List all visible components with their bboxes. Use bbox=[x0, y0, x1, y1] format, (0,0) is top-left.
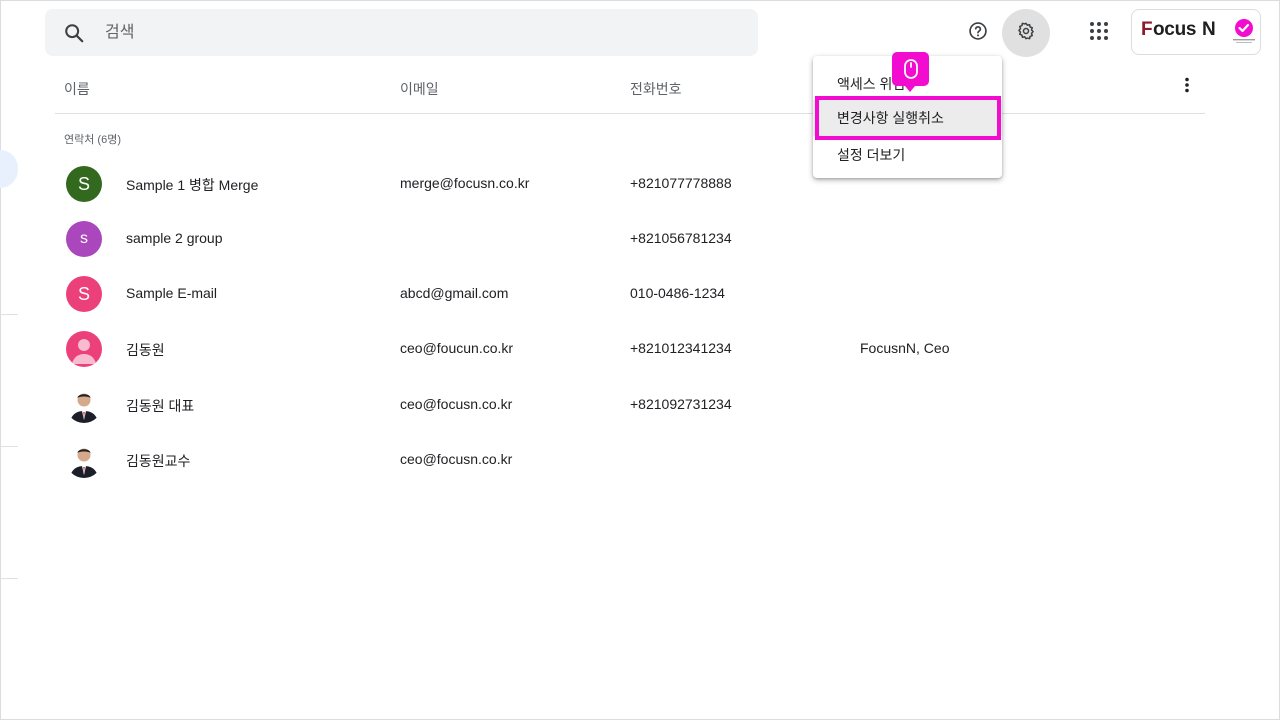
profile-photo-avatar bbox=[66, 442, 102, 478]
brand-logo: F ocus N bbox=[1141, 18, 1216, 46]
apps-button[interactable] bbox=[1075, 9, 1123, 57]
contact-email: merge@focusn.co.kr bbox=[400, 175, 530, 191]
more-options-button[interactable] bbox=[1172, 72, 1202, 102]
verified-badge-icon bbox=[1229, 17, 1259, 47]
contact-name: 김동원 bbox=[126, 342, 165, 358]
table-row[interactable]: 김동원 ceo@foucun.co.kr +821012341234 Focus… bbox=[55, 321, 1205, 376]
contact-name: sample 2 group bbox=[126, 230, 223, 246]
contact-name: Sample 1 병합 Merge bbox=[126, 177, 259, 193]
contact-name: Sample E-mail bbox=[126, 285, 218, 301]
avatar: s bbox=[66, 221, 102, 257]
profile-photo-avatar bbox=[66, 387, 102, 423]
table-row[interactable]: S Sample E-mail abcd@gmail.com 010-0486-… bbox=[55, 266, 1205, 321]
column-header-phone[interactable]: 전화번호 bbox=[630, 79, 682, 99]
contact-name: 김동원 대표 bbox=[126, 398, 195, 414]
contact-job: FocusnN, Ceo bbox=[860, 340, 950, 356]
contact-phone: +821077778888 bbox=[630, 175, 732, 191]
gear-icon bbox=[1016, 21, 1036, 46]
contact-phone: +821056781234 bbox=[630, 230, 732, 246]
help-icon bbox=[968, 21, 988, 46]
apps-grid-icon bbox=[1089, 21, 1109, 46]
table-header-divider bbox=[55, 113, 1205, 114]
contact-phone: +821012341234 bbox=[630, 340, 732, 356]
mouse-click-indicator-icon bbox=[892, 52, 929, 92]
table-row[interactable]: s sample 2 group +821056781234 bbox=[55, 211, 1205, 266]
column-header-email[interactable]: 이메일 bbox=[400, 79, 439, 99]
person-placeholder-icon bbox=[66, 331, 102, 367]
contact-phone: 010-0486-1234 bbox=[630, 285, 725, 301]
contact-email: ceo@focusn.co.kr bbox=[400, 451, 513, 467]
help-button[interactable] bbox=[954, 9, 1002, 57]
search-input[interactable] bbox=[103, 22, 707, 43]
svg-text:F: F bbox=[1141, 19, 1152, 40]
settings-button[interactable] bbox=[1002, 9, 1050, 57]
search-bar[interactable] bbox=[45, 9, 758, 56]
search-icon[interactable] bbox=[63, 22, 85, 44]
contact-phone: +821092731234 bbox=[630, 396, 732, 412]
table-row[interactable]: 김동원 대표 ceo@focusn.co.kr +821092731234 bbox=[55, 377, 1205, 432]
account-switcher[interactable]: F ocus N bbox=[1131, 9, 1261, 55]
contact-email: ceo@foucun.co.kr bbox=[400, 340, 514, 356]
contact-name: 김동원교수 bbox=[126, 453, 191, 469]
svg-text:N: N bbox=[1202, 19, 1215, 40]
table-row[interactable]: S Sample 1 병합 Merge merge@focusn.co.kr +… bbox=[55, 156, 1205, 211]
contacts-count-label: 연락처 (6명) bbox=[64, 134, 121, 146]
column-header-name[interactable]: 이름 bbox=[64, 79, 90, 99]
sidebar-divider bbox=[0, 578, 18, 579]
contact-email: abcd@gmail.com bbox=[400, 285, 509, 301]
table-row[interactable]: 김동원교수 ceo@focusn.co.kr bbox=[55, 432, 1205, 487]
svg-text:ocus: ocus bbox=[1153, 19, 1196, 40]
avatar: S bbox=[66, 276, 102, 312]
sidebar-divider bbox=[0, 314, 18, 315]
avatar: S bbox=[66, 166, 102, 202]
click-highlight-box bbox=[815, 96, 1001, 140]
sidebar-divider bbox=[0, 446, 18, 447]
menu-item-more-settings[interactable]: 설정 더보기 bbox=[813, 137, 1002, 173]
more-vert-icon bbox=[1184, 77, 1190, 98]
contact-email: ceo@focusn.co.kr bbox=[400, 396, 513, 412]
